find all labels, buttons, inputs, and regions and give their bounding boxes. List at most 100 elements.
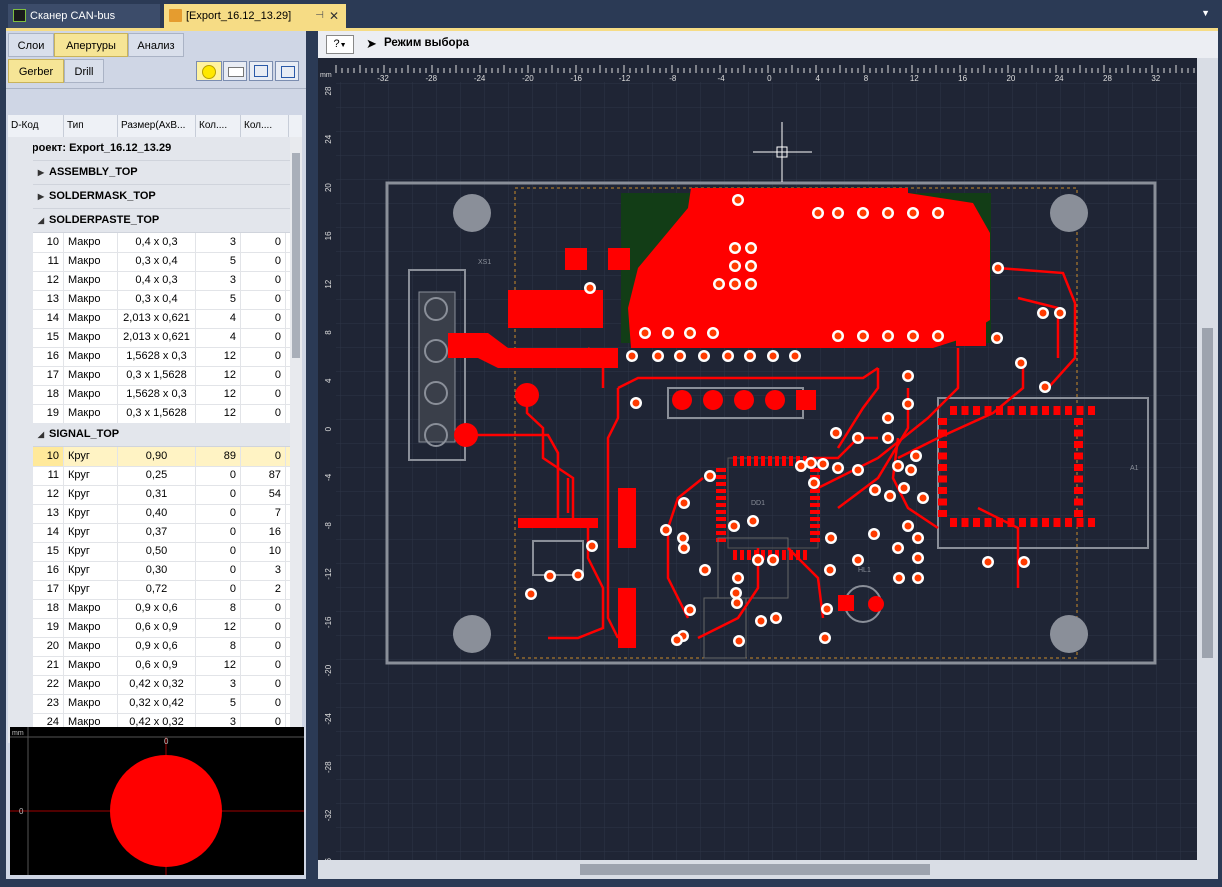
table-cell: 2,013 x 0,621	[118, 309, 196, 328]
close-icon[interactable]: ✕	[329, 4, 339, 28]
table-cell: 12	[33, 271, 64, 290]
collapse-triangle-icon[interactable]: ◢	[33, 423, 49, 446]
via-hole	[664, 329, 672, 337]
ruler-x-label: -4	[718, 74, 726, 83]
scroll-thumb[interactable]	[292, 153, 300, 358]
table-row[interactable]: 11 Круг 0,25 0 87	[33, 466, 290, 486]
tab-can-scanner[interactable]: Сканер CAN-bus	[8, 4, 160, 28]
ruler-y-label: -24	[324, 713, 333, 725]
pad	[1007, 406, 1015, 415]
col-dcode[interactable]: D-Код	[8, 115, 64, 137]
table-row[interactable]: 12 Макро 0,4 x 0,3 3 0	[33, 271, 290, 291]
ruler-x-label: -32	[377, 74, 389, 83]
expand-all-button[interactable]	[249, 61, 273, 81]
pad	[716, 531, 726, 535]
pcb-view[interactable]: ?▼ ➤ Режим выбора -32 -28 -24 -20 -16 -12 -8 -4…	[318, 31, 1218, 879]
table-cell: 0,30	[118, 561, 196, 580]
via-hole	[810, 479, 818, 487]
table-row[interactable]: 15 Круг 0,50 0 10	[33, 542, 290, 562]
table-row[interactable]: 10 Макро 0,4 x 0,3 3 0	[33, 233, 290, 253]
table-row[interactable]: 18 Макро 0,9 x 0,6 8 0	[33, 599, 290, 619]
via-hole	[884, 414, 892, 422]
pin-icon[interactable]: ⊣	[315, 4, 324, 28]
shape-rect-button[interactable]	[223, 61, 247, 81]
horizontal-scrollbar[interactable]	[318, 860, 1198, 879]
col-type[interactable]: Тип	[64, 115, 118, 137]
table-row[interactable]: 13 Круг 0,40 0 7	[33, 504, 290, 524]
via-hole	[676, 352, 684, 360]
board-canvas[interactable]: -32 -28 -24 -20 -16 -12 -8 -4 0 4 8 12 16 20 24 28 32 28…	[318, 58, 1197, 860]
via-hole	[628, 352, 636, 360]
table-row[interactable]: 17 Макро 0,3 x 1,5628 12 0	[33, 366, 290, 386]
pad	[1074, 429, 1083, 437]
table-row[interactable]: 16 Макро 1,5628 x 0,3 12 0	[33, 347, 290, 367]
table-cell: 2	[241, 580, 286, 599]
layer-row-solderpaste-top[interactable]: ◢ SOLDERPASTE_TOP	[33, 209, 290, 233]
project-row[interactable]: ◢Проект: Export_16.12_13.29	[8, 137, 290, 161]
via-hole	[641, 329, 649, 337]
tab-analysis[interactable]: Анализ	[128, 33, 184, 57]
scroll-thumb[interactable]	[1202, 328, 1213, 658]
tab-gerber[interactable]: Gerber	[8, 59, 64, 83]
table-row[interactable]: 20 Макро 0,9 x 0,6 8 0	[33, 637, 290, 657]
pad	[950, 518, 957, 527]
via-hole	[1017, 359, 1025, 367]
scroll-thumb[interactable]	[580, 864, 930, 875]
aperture-preview: mm 0 0	[10, 727, 304, 875]
via-hole	[834, 209, 842, 217]
help-dropdown[interactable]: ?▼	[326, 35, 354, 54]
table-row[interactable]: 22 Макро 0,42 x 0,32 3 0	[33, 675, 290, 695]
table-cell: Макро	[64, 637, 118, 656]
layer-row-signal-top[interactable]: ◢ SIGNAL_TOP	[33, 423, 290, 447]
ruler-y-label: 20	[324, 183, 333, 192]
table-row[interactable]: 15 Макро 2,013 x 0,621 4 0	[33, 328, 290, 348]
via-hole	[1039, 309, 1047, 317]
tab-label: Слои	[17, 40, 45, 52]
via-hole	[834, 464, 842, 472]
shape-circle-button[interactable]	[196, 61, 222, 81]
col-size[interactable]: Размер(AxB...	[118, 115, 196, 137]
collapse-all-button[interactable]	[275, 61, 299, 81]
pad	[716, 503, 726, 507]
vertical-scrollbar[interactable]	[1197, 58, 1218, 879]
pad	[761, 456, 765, 466]
table-row[interactable]: 11 Макро 0,3 x 0,4 5 0	[33, 252, 290, 272]
table-row[interactable]: 16 Круг 0,30 0 3	[33, 561, 290, 581]
via-hole	[797, 462, 805, 470]
table-row[interactable]: 23 Макро 0,32 x 0,42 5 0	[33, 694, 290, 714]
table-row[interactable]: 10 Круг 0,90 89 0	[33, 447, 290, 467]
pad	[973, 518, 980, 527]
expand-triangle-icon[interactable]: ▶	[33, 161, 49, 184]
table-cell: 0	[241, 252, 286, 271]
via-hole	[1056, 309, 1064, 317]
via-hole	[823, 605, 831, 613]
table-row[interactable]: 19 Макро 0,3 x 1,5628 12 0	[33, 404, 290, 424]
chevron-down-icon[interactable]: ▼	[1201, 8, 1210, 18]
expand-triangle-icon[interactable]: ▶	[33, 185, 49, 208]
via-hole	[819, 460, 827, 468]
tab-layers[interactable]: Слои	[8, 33, 54, 57]
table-scrollbar[interactable]	[290, 137, 302, 743]
table-row[interactable]: 13 Макро 0,3 x 0,4 5 0	[33, 290, 290, 310]
table-row[interactable]: 19 Макро 0,6 x 0,9 12 0	[33, 618, 290, 638]
table-row[interactable]: 14 Макро 2,013 x 0,621 4 0	[33, 309, 290, 329]
col-count2[interactable]: Кол....	[241, 115, 289, 137]
table-row[interactable]: 14 Круг 0,37 0 16	[33, 523, 290, 543]
table-row[interactable]: 21 Макро 0,6 x 0,9 12 0	[33, 656, 290, 676]
layer-row-soldermask-top[interactable]: ▶ SOLDERMASK_TOP	[33, 185, 290, 209]
table-row[interactable]: 18 Макро 1,5628 x 0,3 12 0	[33, 385, 290, 405]
tab-drill[interactable]: Drill	[64, 59, 104, 83]
table-row[interactable]: 12 Круг 0,31 0 54	[33, 485, 290, 505]
table-cell: 11	[33, 466, 64, 485]
tab-export[interactable]: [Export_16.12_13.29] ⊣ ✕	[164, 4, 346, 28]
tab-apertures[interactable]: Апертуры	[54, 33, 128, 57]
via-hole	[574, 571, 582, 579]
table-cell: 19	[33, 404, 64, 423]
table-cell: 3	[196, 271, 241, 290]
col-count1[interactable]: Кол....	[196, 115, 241, 137]
collapse-triangle-icon[interactable]: ◢	[33, 209, 49, 232]
layer-row-assembly-top[interactable]: ▶ ASSEMBLY_TOP	[33, 161, 290, 185]
table-cell: 3	[196, 233, 241, 252]
table-row[interactable]: 17 Круг 0,72 0 2	[33, 580, 290, 600]
ruler-y-label: 8	[324, 330, 333, 335]
